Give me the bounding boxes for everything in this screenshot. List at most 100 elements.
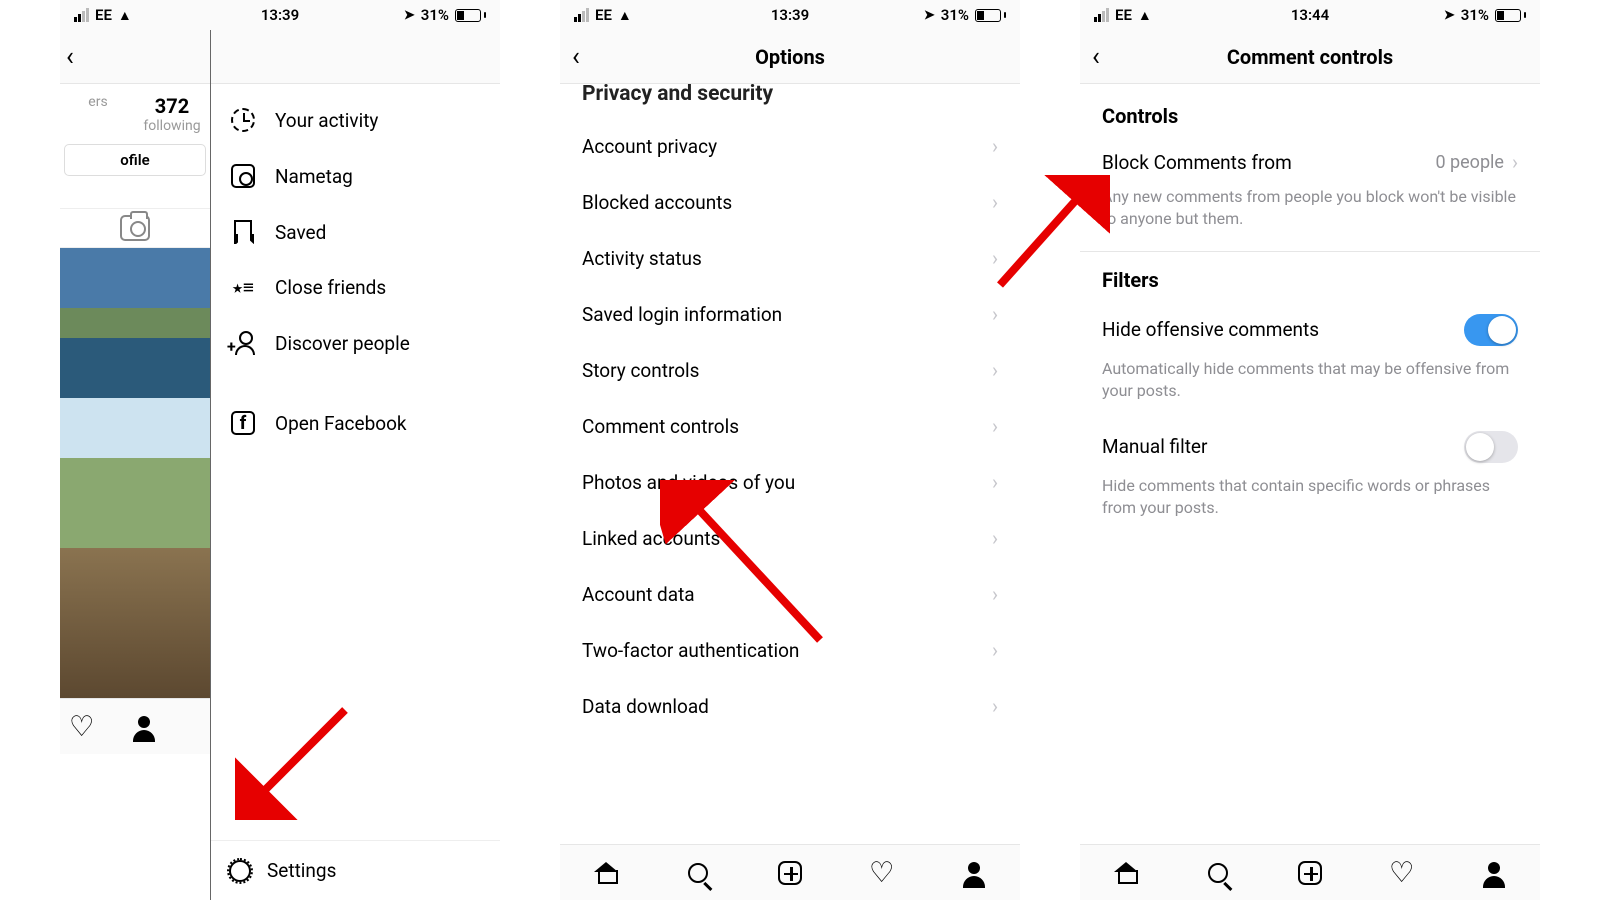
battery-pct: 31% <box>941 6 969 24</box>
facebook-icon: f <box>231 411 255 435</box>
side-menu: Your activity Nametag Saved ★≡ Close fri… <box>210 30 500 900</box>
gear-icon <box>229 860 251 882</box>
home-icon <box>1114 862 1138 884</box>
status-time: 13:44 <box>1291 6 1329 24</box>
block-comments-count: 0 people <box>1435 152 1504 173</box>
person-icon <box>963 862 985 884</box>
chevron-right-icon: › <box>992 526 998 550</box>
row-comment-controls[interactable]: Comment controls› <box>560 398 1020 454</box>
status-bar: EE ▲ 13:44 ➤ 31% <box>1080 0 1540 30</box>
chevron-right-icon: › <box>992 358 998 382</box>
bottom-tab-bar: ♡ <box>560 844 1020 900</box>
chevron-right-icon: › <box>992 470 998 494</box>
grid-photo[interactable] <box>60 398 210 548</box>
tab-new-post[interactable] <box>1264 861 1356 885</box>
grid-photo[interactable] <box>60 248 210 398</box>
toggle-manual-filter[interactable] <box>1464 431 1518 463</box>
phone-profile-menu: EE ▲ 13:39 ➤ 31% ‹ ers 372 <box>60 0 500 900</box>
menu-discover-people[interactable]: + Discover people <box>211 315 500 371</box>
grid-photo[interactable] <box>60 548 210 698</box>
back-icon[interactable]: ‹ <box>60 42 74 72</box>
chevron-right-icon: › <box>992 638 998 662</box>
carrier-label: EE <box>95 6 112 24</box>
menu-nametag[interactable]: Nametag <box>211 148 500 204</box>
menu-saved[interactable]: Saved <box>211 204 500 260</box>
row-saved-login[interactable]: Saved login information› <box>560 286 1020 342</box>
page-title: Options <box>755 45 825 69</box>
heart-icon: ♡ <box>869 856 895 889</box>
bookmark-icon <box>234 220 252 244</box>
tab-activity[interactable]: ♡ <box>836 858 928 888</box>
chevron-right-icon: › <box>992 190 998 214</box>
back-button[interactable]: ‹ <box>572 42 580 72</box>
chevron-right-icon: › <box>992 246 998 270</box>
tagged-photos-icon[interactable] <box>120 215 150 241</box>
section-privacy-security: Privacy and security <box>560 84 1020 118</box>
carrier-label: EE <box>595 6 612 24</box>
location-icon: ➤ <box>1444 8 1455 23</box>
tab-search[interactable] <box>1172 863 1264 883</box>
profile-column: ‹ ers 372 following ofile <box>60 30 210 900</box>
row-story-controls[interactable]: Story controls› <box>560 342 1020 398</box>
plus-icon <box>1298 861 1322 885</box>
menu-open-facebook[interactable]: f Open Facebook <box>211 395 500 451</box>
phone-options: EE ▲ 13:39 ➤ 31% ‹ Options Privacy and s… <box>560 0 1020 900</box>
signal-icon <box>74 8 89 22</box>
wifi-icon: ▲ <box>118 7 132 24</box>
divider <box>1080 251 1540 252</box>
hide-offensive-desc: Automatically hide comments that may be … <box>1080 358 1540 419</box>
row-account-data[interactable]: Account data› <box>560 566 1020 622</box>
nametag-icon <box>231 164 255 188</box>
row-manual-filter: Manual filter <box>1080 419 1540 475</box>
tab-home[interactable] <box>1080 862 1172 884</box>
tab-profile[interactable] <box>928 862 1020 884</box>
stat-ers[interactable]: ers <box>64 94 132 134</box>
menu-close-friends[interactable]: ★≡ Close friends <box>211 260 500 315</box>
battery-pct: 31% <box>421 6 449 24</box>
discover-people-icon: + <box>231 331 255 355</box>
row-two-factor[interactable]: Two-factor authentication› <box>560 622 1020 678</box>
toggle-hide-offensive[interactable] <box>1464 314 1518 346</box>
tab-activity[interactable]: ♡ <box>70 712 93 742</box>
tab-activity[interactable]: ♡ <box>1356 858 1448 888</box>
row-activity-status[interactable]: Activity status› <box>560 230 1020 286</box>
menu-settings[interactable]: Settings <box>211 840 500 900</box>
block-comments-desc: Any new comments from people you block w… <box>1080 186 1540 247</box>
signal-icon <box>1094 8 1109 22</box>
tab-home[interactable] <box>560 862 652 884</box>
battery-icon <box>1495 9 1526 22</box>
header: ‹ Options <box>560 30 1020 84</box>
row-account-privacy[interactable]: Account privacy› <box>560 118 1020 174</box>
signal-icon <box>574 8 589 22</box>
header: ‹ Comment controls <box>1080 30 1540 84</box>
row-blocked-accounts[interactable]: Blocked accounts› <box>560 174 1020 230</box>
bottom-tab-bar: ♡ <box>1080 844 1540 900</box>
row-block-comments-from[interactable]: Block Comments from 0 people › <box>1080 138 1540 186</box>
tab-profile[interactable] <box>133 716 155 738</box>
back-button[interactable]: ‹ <box>1092 42 1100 72</box>
stat-following[interactable]: 372 following <box>138 94 206 134</box>
status-time: 13:39 <box>261 6 299 24</box>
home-icon <box>594 862 618 884</box>
tab-new-post[interactable] <box>744 861 836 885</box>
battery-icon <box>455 9 486 22</box>
status-bar: EE ▲ 13:39 ➤ 31% <box>560 0 1020 30</box>
tab-profile[interactable] <box>1448 862 1540 884</box>
row-linked-accounts[interactable]: Linked accounts› <box>560 510 1020 566</box>
bottom-bar-partial: ♡ <box>60 698 210 754</box>
row-photos-videos[interactable]: Photos and videos of you› <box>560 454 1020 510</box>
wifi-icon: ▲ <box>618 7 632 24</box>
section-controls: Controls <box>1080 92 1540 138</box>
menu-your-activity[interactable]: Your activity <box>211 92 500 148</box>
row-data-download[interactable]: Data download› <box>560 678 1020 734</box>
location-icon: ➤ <box>924 8 935 23</box>
tab-search[interactable] <box>652 863 744 883</box>
row-hide-offensive: Hide offensive comments <box>1080 302 1540 358</box>
status-time: 13:39 <box>771 6 809 24</box>
search-icon <box>1208 863 1228 883</box>
chevron-right-icon: › <box>992 302 998 326</box>
person-icon <box>1483 862 1505 884</box>
edit-profile-button[interactable]: ofile <box>64 144 206 176</box>
section-filters: Filters <box>1080 256 1540 302</box>
battery-icon <box>975 9 1006 22</box>
